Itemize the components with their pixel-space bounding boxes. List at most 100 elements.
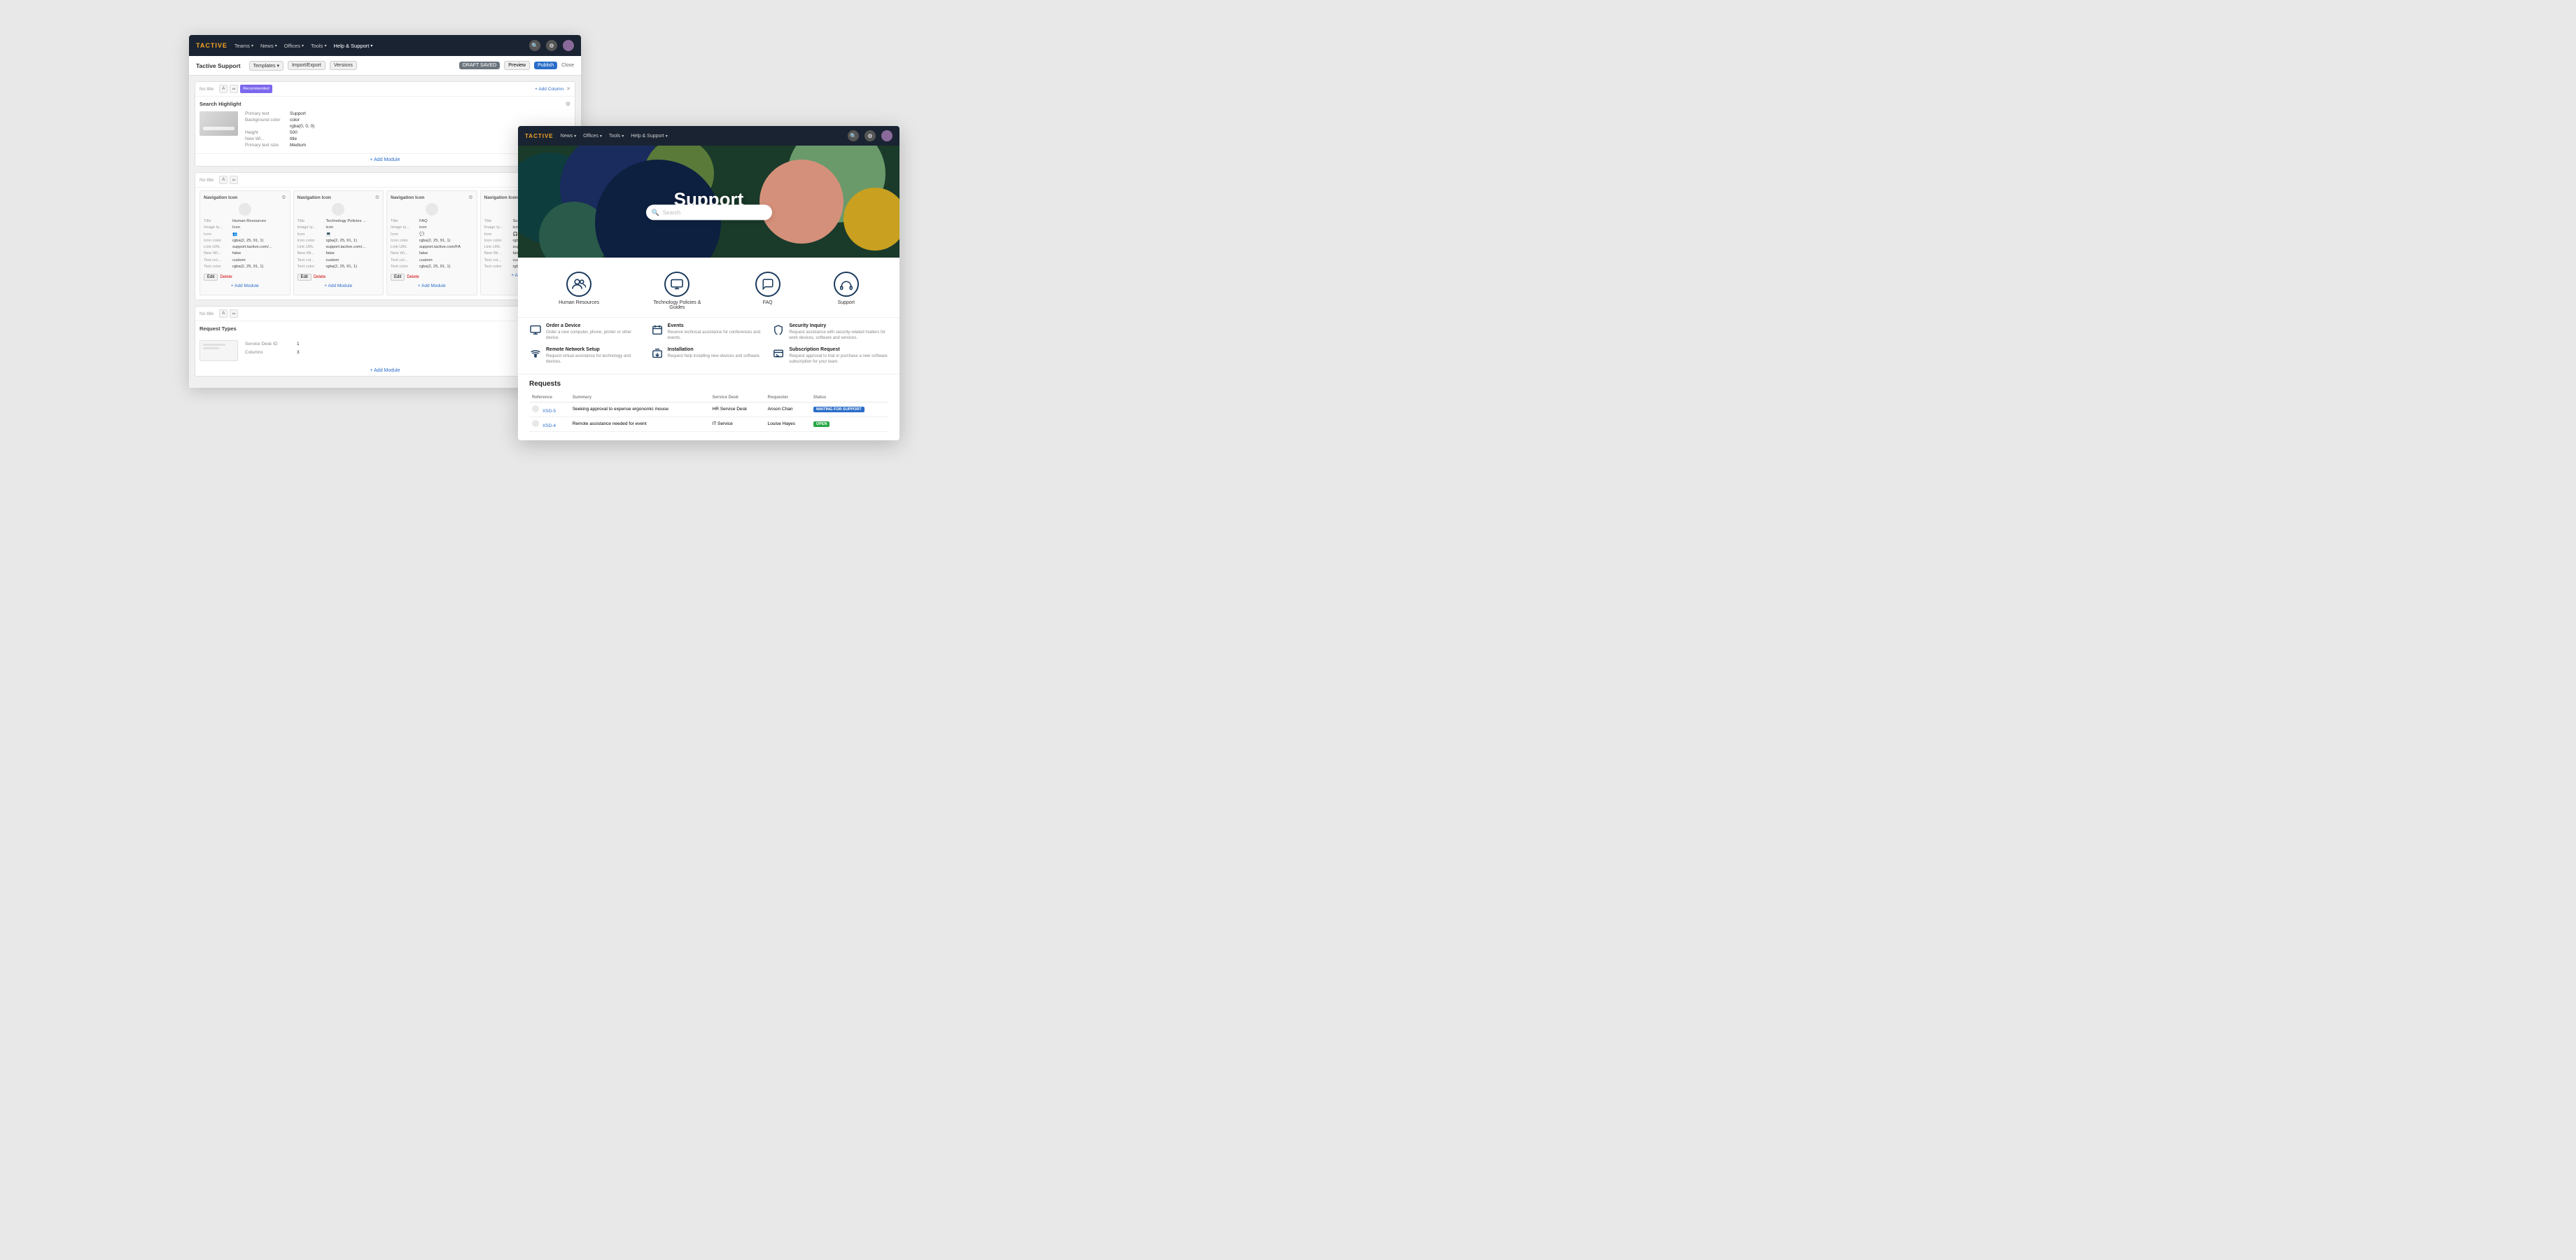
section1-topbar: No title A ✏ Recommended + Add Column ✕ [195, 82, 575, 97]
chevron-icon: ▾ [622, 134, 624, 139]
section2-label: No title [200, 178, 214, 183]
add-module-col3[interactable]: + Add Module [391, 281, 473, 291]
nav-icon-label-faq: FAQ [763, 300, 773, 305]
section1-icons: A ✏ Recommended [219, 85, 272, 93]
status-badge-open: OPEN [813, 421, 830, 427]
add-column-button[interactable]: + Add Column [535, 87, 564, 92]
hero-search-bar[interactable]: 🔍 Search [646, 204, 772, 220]
nav-item-teams[interactable]: Teams ▾ [234, 43, 253, 49]
preview-nav-news[interactable]: News ▾ [561, 134, 577, 139]
row1-ref-link[interactable]: XSD-4 [542, 424, 556, 428]
request-title-2: Security Inquiry [789, 323, 888, 328]
row1-requester: Louise Hayes [765, 416, 811, 431]
templates-button[interactable]: Templates [249, 61, 284, 71]
nav-col3-buttons: Edit Delete [391, 274, 473, 281]
module-settings-icon[interactable]: ⚙ [566, 101, 570, 107]
edit-icon[interactable]: ✏ [230, 176, 238, 184]
edit-icon[interactable]: ✏ [230, 309, 238, 318]
search-icon[interactable]: 🔍 [529, 40, 540, 51]
nav-col3-props: TitleFAQ Image ty...icon Icon💬 Icon colo… [391, 218, 473, 270]
nav-icon-item-faq[interactable]: FAQ [755, 272, 780, 305]
col3-edit-button[interactable]: Edit [391, 274, 405, 281]
add-module-col1[interactable]: + Add Module [204, 281, 286, 291]
nav-icon-col2-title: Navigation Icon [298, 195, 331, 200]
col2-settings-icon[interactable]: ⚙ [375, 195, 379, 200]
nav-item-help[interactable]: Help & Support ▾ [333, 43, 372, 49]
prop-value: Medium [290, 143, 306, 148]
col-reference: Reference [529, 393, 570, 402]
nav-icon-item-tech[interactable]: Technology Policies & Guides [652, 272, 701, 310]
col1-settings-icon[interactable]: ⚙ [281, 195, 286, 200]
versions-button[interactable]: Versions [330, 61, 357, 70]
row-icon [532, 405, 539, 412]
request-title-0: Order a Device [546, 323, 645, 328]
nav-icon-label-support: Support [838, 300, 855, 305]
nav-col2-buttons: Edit Delete [298, 274, 380, 281]
prop-bg-color: Background color color [245, 118, 570, 122]
section3-label: No title [200, 312, 214, 316]
table-row: XSD-5 Seeking approval to expense ergono… [529, 402, 888, 416]
request-item-2: Security Inquiry Request assistance with… [772, 323, 888, 342]
col1-edit-button[interactable]: Edit [204, 274, 218, 281]
prop-label [245, 124, 287, 129]
prop-label: New Wl... [245, 136, 287, 141]
user-avatar[interactable] [881, 130, 892, 141]
request-text-3: Remote Network Setup Request virtual ass… [546, 347, 645, 365]
preview-requests-section: Requests Reference Summary Service Desk … [518, 374, 899, 440]
search-icon[interactable]: 🔍 [848, 130, 859, 141]
col2-delete-button[interactable]: Delete [314, 274, 326, 281]
preview-nav-offices[interactable]: Offices ▾ [583, 134, 602, 139]
preview-hero: Support 🔍 Search [518, 146, 899, 258]
preview-nav-help[interactable]: Help & Support ▾ [631, 134, 668, 139]
nav-icon-col4-title: Navigation Icon [484, 195, 518, 200]
user-avatar[interactable] [563, 40, 574, 51]
chevron-icon: ▾ [600, 134, 602, 139]
chevron-icon: ▾ [666, 134, 668, 139]
nav-icon-col-2: Navigation Icon ⚙ TitleTechnology Polici… [293, 190, 384, 295]
nav-item-tools[interactable]: Tools ▾ [311, 43, 327, 49]
font-icon[interactable]: A [219, 85, 227, 93]
row0-ref-link[interactable]: XSD-5 [542, 409, 556, 414]
col3-delete-button[interactable]: Delete [407, 274, 419, 281]
preview-nav-tools[interactable]: Tools ▾ [609, 134, 624, 139]
settings-icon[interactable]: ⚙ [864, 130, 876, 141]
edit-icon[interactable]: ✏ [230, 85, 238, 93]
col2-edit-button[interactable]: Edit [298, 274, 312, 281]
recommended-icon[interactable]: Recommended [240, 85, 272, 93]
nav-icon-item-support[interactable]: Support [834, 272, 859, 305]
preview-nav-icons: Human Resources Technology Policies & Gu… [518, 258, 899, 317]
request-desc-4: Request help installing new devices and … [668, 354, 767, 359]
request-icon-security [772, 323, 785, 336]
section1-close[interactable]: ✕ [566, 86, 570, 92]
request-desc-1: Reserve technical assistance for confere… [668, 330, 767, 342]
close-button[interactable]: Close [561, 63, 574, 68]
font-icon[interactable]: A [219, 176, 227, 184]
icon-preview-2 [332, 203, 344, 216]
request-text-2: Security Inquiry Request assistance with… [789, 323, 888, 342]
import-export-button[interactable]: Import/Export [288, 61, 326, 70]
icon-preview-3 [426, 203, 438, 216]
col-status: Status [811, 393, 888, 402]
row0-summary: Seeking approval to expense ergonomic mo… [570, 402, 710, 416]
chevron-icon: ▾ [370, 43, 372, 48]
prop-label: Primary text size [245, 143, 287, 148]
nav-item-offices[interactable]: Offices ▾ [284, 43, 304, 49]
request-desc-0: Order a new computer, phone, printer or … [546, 330, 645, 342]
add-module-col2[interactable]: + Add Module [298, 281, 380, 291]
request-types-content: Service Desk ID 1 Columns 3 [200, 340, 570, 361]
nav-icon-item-hr[interactable]: Human Resources [559, 272, 599, 305]
nav-col1-props: TitleHuman Resources Image ty...Icon Ico… [204, 218, 286, 270]
nav-icon-col-3: Navigation Icon ⚙ TitleFAQ Image ty...ic… [386, 190, 477, 295]
status-badge-waiting: WAITING FOR SUPPORT [813, 407, 864, 412]
chevron-icon: ▾ [275, 43, 277, 48]
font-icon[interactable]: A [219, 309, 227, 318]
preview-button[interactable]: Preview [504, 61, 530, 70]
row0-requester: Anson Chan [765, 402, 811, 416]
col3-settings-icon[interactable]: ⚙ [468, 195, 472, 200]
request-text-5: Subscription Request Request approval to… [789, 347, 888, 365]
nav-item-news[interactable]: News ▾ [260, 43, 277, 49]
publish-button[interactable]: Publish [534, 62, 557, 69]
nav-icon-col1-header: Navigation Icon ⚙ [204, 195, 286, 200]
col1-delete-button[interactable]: Delete [220, 274, 232, 281]
settings-icon[interactable]: ⚙ [546, 40, 557, 51]
